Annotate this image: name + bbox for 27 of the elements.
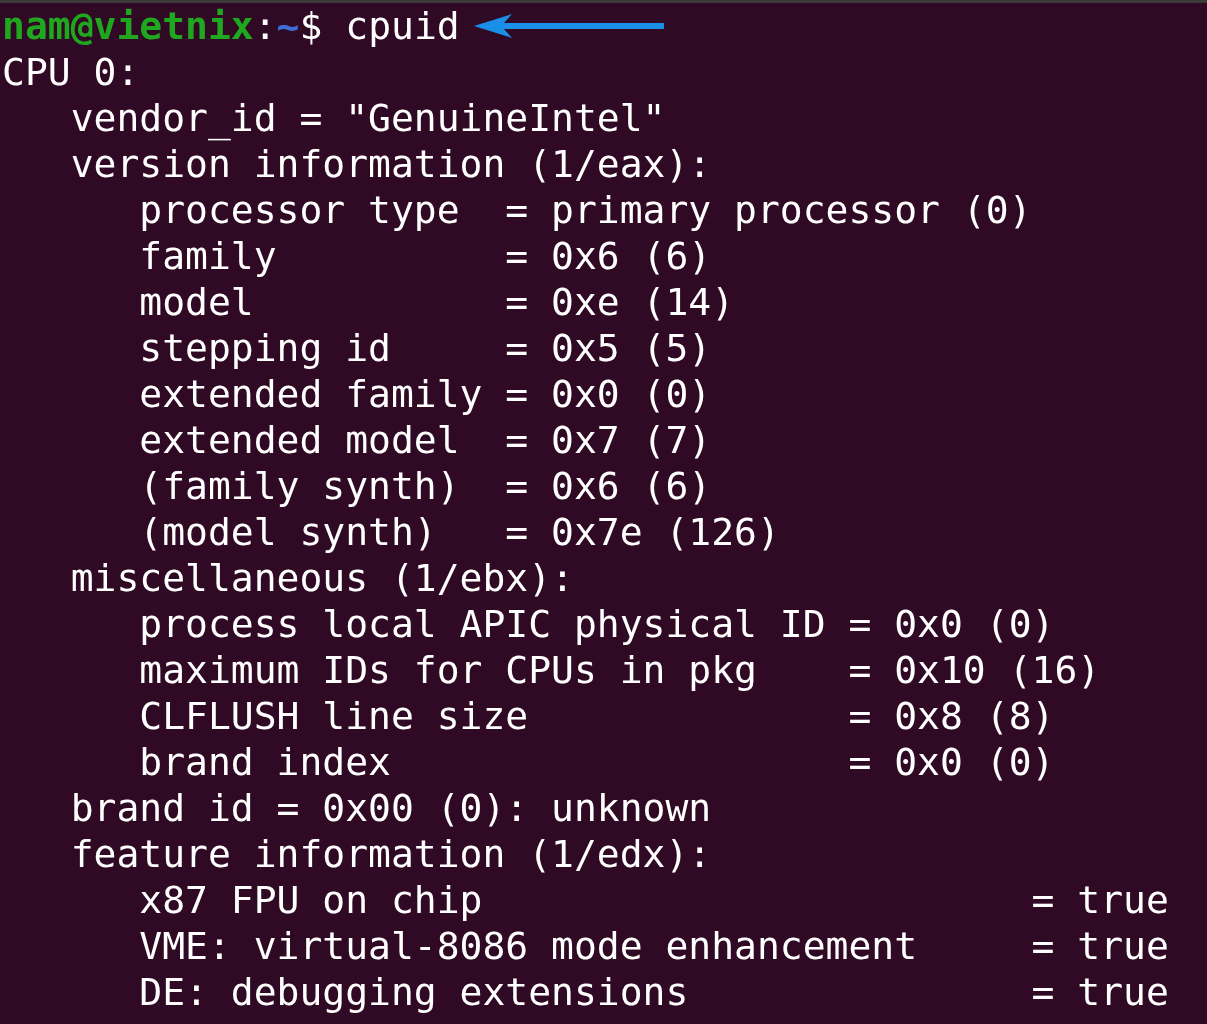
output-line: brand index = 0x0 (0) [138, 739, 1056, 785]
output-line: stepping id = 0x5 (5) [138, 325, 713, 371]
output-line: process local APIC physical ID = 0x0 (0) [138, 601, 1056, 647]
output-line: (family synth) = 0x6 (6) [138, 463, 713, 509]
output-line: CPU 0: [2, 49, 141, 95]
output-line: DE: debugging extensions = true [138, 969, 1170, 1015]
output-line: vendor_id = "GenuineIntel" [69, 95, 667, 141]
prompt-symbol: $ [299, 3, 323, 49]
output-line: extended family = 0x0 (0) [138, 371, 713, 417]
output-line: x87 FPU on chip = true [138, 877, 1170, 923]
arrow-icon [473, 14, 664, 38]
output-line: model = 0xe (14) [138, 279, 736, 325]
output-line: maximum IDs for CPUs in pkg = 0x10 (16) [138, 647, 1102, 693]
output-line: family = 0x6 (6) [138, 233, 713, 279]
output-line: version information (1/eax): [69, 141, 713, 187]
prompt-separator: : [253, 3, 277, 49]
output-line: miscellaneous (1/ebx): [69, 555, 575, 601]
command-text: cpuid [345, 3, 460, 49]
output-line: processor type = primary processor (0) [138, 187, 1033, 233]
output-line: (model synth) = 0x7e (126) [138, 509, 781, 555]
output-line: brand id = 0x00 (0): unknown [69, 785, 713, 831]
output-line: feature information (1/edx): [69, 831, 713, 877]
prompt-path: ~ [276, 3, 300, 49]
output-line: extended model = 0x7 (7) [138, 417, 713, 463]
prompt-user-host: nam@vietnix [2, 3, 254, 49]
output-line: CLFLUSH line size = 0x8 (8) [138, 693, 1056, 739]
output-line: VME: virtual-8086 mode enhancement = true [138, 923, 1170, 969]
